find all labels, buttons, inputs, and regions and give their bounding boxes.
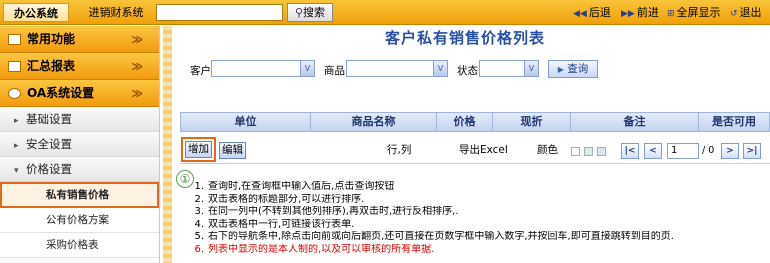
back-button[interactable]: ◀◀ 后退 <box>573 5 611 20</box>
triangle-right-icon: ▸ <box>14 116 19 126</box>
product-label: 商品 <box>324 65 345 77</box>
sidebar-item-basic-settings[interactable]: ▸ 基础设置 <box>0 107 159 132</box>
triangle-down-icon: ▾ <box>14 166 19 176</box>
sidebar-splitter[interactable] <box>163 26 172 263</box>
chevron-double-icon: ≫ <box>131 60 143 73</box>
sidebar-group-label: 常用功能 <box>27 32 76 46</box>
sidebar: 常用功能 ≫ 汇总报表 ≫ OA系统设置 ≫ ▸ 基础设置 ▸ 安全设置 ▾ 价格设置… <box>0 26 160 263</box>
exit-button[interactable]: ↺ 退出 <box>730 5 762 20</box>
chevron-double-icon: ≫ <box>131 33 143 46</box>
edit-button[interactable]: 编辑 <box>219 142 246 159</box>
chevron-down-icon: V <box>433 61 447 76</box>
sidebar-group-common[interactable]: 常用功能 ≫ <box>0 26 159 53</box>
column-header-product-name[interactable]: 商品名称 <box>311 113 437 131</box>
instruction-number: 1. <box>194 181 204 192</box>
instruction-item: 6. 列表中显示的是本人制的,以及可以审核的所有单据. <box>182 244 770 257</box>
instruction-number: 6. <box>194 243 204 255</box>
instruction-text: 右下的导航条中,除点击向前或向后翻页,还可直接在页数字框中输入数字,并按回车,即… <box>208 231 674 243</box>
instruction-item: 2. 双击表格的标题部分,可以进行排序. <box>182 194 770 207</box>
sidebar-group-reports[interactable]: 汇总报表 ≫ <box>0 53 159 80</box>
instruction-text: 双击表格中一行,可链接该行表单. <box>208 218 355 230</box>
tab-erp-system[interactable]: 进销财系统 <box>80 3 152 22</box>
forward-label: 前进 <box>636 6 659 19</box>
last-page-button[interactable]: >| <box>743 143 761 159</box>
sidebar-item-security-settings[interactable]: ▸ 安全设置 <box>0 132 159 157</box>
exit-icon: ↺ <box>730 9 738 19</box>
sidebar-subitem-private-sales-price[interactable]: 私有销售价格 <box>0 182 159 208</box>
add-button[interactable]: 增加 <box>181 137 216 162</box>
color-swatch-blue[interactable] <box>597 147 606 156</box>
top-bar: 办公系统 进销财系统 ⚲搜索 ◀◀ 后退 ▶▶ 前进 ⊞ 全屏显示 ↺ 退出 <box>0 0 770 25</box>
page-title: 客户私有销售价格列表 <box>385 29 546 47</box>
instruction-item: 5. 右下的导航条中,除点击向前或向后翻页,还可直接在页数字框中输入数字,并按回车… <box>182 231 770 244</box>
instruction-text: 在同一列中(不转到其他列排序),再双击时,进行反相排序,. <box>208 206 459 218</box>
sidebar-subitem-purchase-price-list[interactable]: 采购价格表 <box>0 233 159 258</box>
status-label: 状态 <box>457 65 478 77</box>
exit-label: 退出 <box>739 6 762 19</box>
query-button-label: 查询 <box>567 63 589 75</box>
color-label: 颜色 <box>537 144 558 156</box>
tab-office-system[interactable]: 办公系统 <box>3 3 69 22</box>
customer-label: 客户 <box>190 65 211 77</box>
color-swatch-green[interactable] <box>584 147 593 156</box>
sidebar-group-label: 汇总报表 <box>27 59 76 73</box>
instruction-item: 1. 查询时,在查询框中输入值后,点击查询按钮 <box>182 181 770 194</box>
instruction-text: 列表中显示的是本人制的,以及可以审核的所有单据. <box>208 243 435 255</box>
next-page-button[interactable]: > <box>721 143 739 159</box>
search-button-label: 搜索 <box>303 6 326 19</box>
table-header: 单位 商品名称 价格 现折 备注 是否可用 <box>180 112 770 132</box>
fullscreen-button[interactable]: ⊞ 全屏显示 <box>667 5 721 20</box>
customer-select[interactable]: V <box>211 60 315 77</box>
instruction-number: 2. <box>194 193 204 205</box>
instruction-number: 3. <box>194 206 204 218</box>
forward-button[interactable]: ▶▶ 前进 <box>621 5 659 20</box>
column-header-discount[interactable]: 现折 <box>493 113 571 131</box>
add-button-label: 增加 <box>185 141 212 158</box>
query-button[interactable]: ▶ 查询 <box>548 60 598 78</box>
page-number-input[interactable]: 1 <box>667 143 699 159</box>
gear-icon <box>8 88 21 99</box>
search-input[interactable] <box>156 4 283 21</box>
column-header-price[interactable]: 价格 <box>437 113 493 131</box>
instruction-number: 4. <box>194 218 204 230</box>
column-header-enabled[interactable]: 是否可用 <box>699 113 769 131</box>
instruction-text: 查询时,在查询框中输入值后,点击查询按钮 <box>208 181 395 192</box>
back-icon: ◀◀ <box>573 9 587 19</box>
sidebar-subitem-public-price-plan[interactable]: 公有价格方案 <box>0 208 159 233</box>
sidebar-item-label: 基础设置 <box>26 112 72 126</box>
status-select[interactable]: V <box>479 60 539 77</box>
sidebar-item-label: 价格设置 <box>26 162 72 176</box>
chevron-down-icon: V <box>300 61 314 76</box>
export-excel-link[interactable]: 导出Excel <box>459 139 508 161</box>
fullscreen-icon: ⊞ <box>667 9 675 19</box>
sidebar-item-label: 安全设置 <box>26 137 72 151</box>
search-button[interactable]: ⚲搜索 <box>287 3 333 22</box>
first-page-button[interactable]: |< <box>621 143 639 159</box>
column-header-unit[interactable]: 单位 <box>181 113 311 131</box>
report-icon <box>8 61 21 72</box>
search-icon: ⚲ <box>294 6 304 19</box>
query-icon: ▶ <box>557 65 564 74</box>
instructions-list: 1. 查询时,在查询框中输入值后,点击查询按钮 2. 双击表格的标题部分,可以进行排… <box>182 181 770 257</box>
instruction-item: 4. 双击表格中一行,可链接该行表单. <box>182 219 770 232</box>
page-total: / 0 <box>702 145 715 156</box>
fullscreen-label: 全屏显示 <box>676 6 721 19</box>
instruction-number: 5. <box>194 231 204 243</box>
sidebar-item-price-settings[interactable]: ▾ 价格设置 <box>0 157 159 182</box>
row-col-indicator: 行,列 <box>387 144 412 156</box>
sidebar-group-oa-settings[interactable]: OA系统设置 ≫ <box>0 80 159 107</box>
chevron-down-icon: V <box>524 61 538 76</box>
column-header-remark[interactable]: 备注 <box>571 113 699 131</box>
back-label: 后退 <box>588 6 611 19</box>
triangle-right-icon: ▸ <box>14 141 19 151</box>
sidebar-group-label: OA系统设置 <box>27 86 95 100</box>
instruction-item: 3. 在同一列中(不转到其他列排序),再双击时,进行反相排序,. <box>182 206 770 219</box>
folder-icon <box>8 34 21 45</box>
product-select[interactable]: V <box>346 60 448 77</box>
prev-page-button[interactable]: < <box>644 143 662 159</box>
forward-icon: ▶▶ <box>621 9 635 19</box>
chevron-double-icon: ≫ <box>131 87 143 100</box>
color-swatch-white[interactable] <box>571 147 580 156</box>
instruction-text: 双击表格的标题部分,可以进行排序. <box>208 193 365 205</box>
